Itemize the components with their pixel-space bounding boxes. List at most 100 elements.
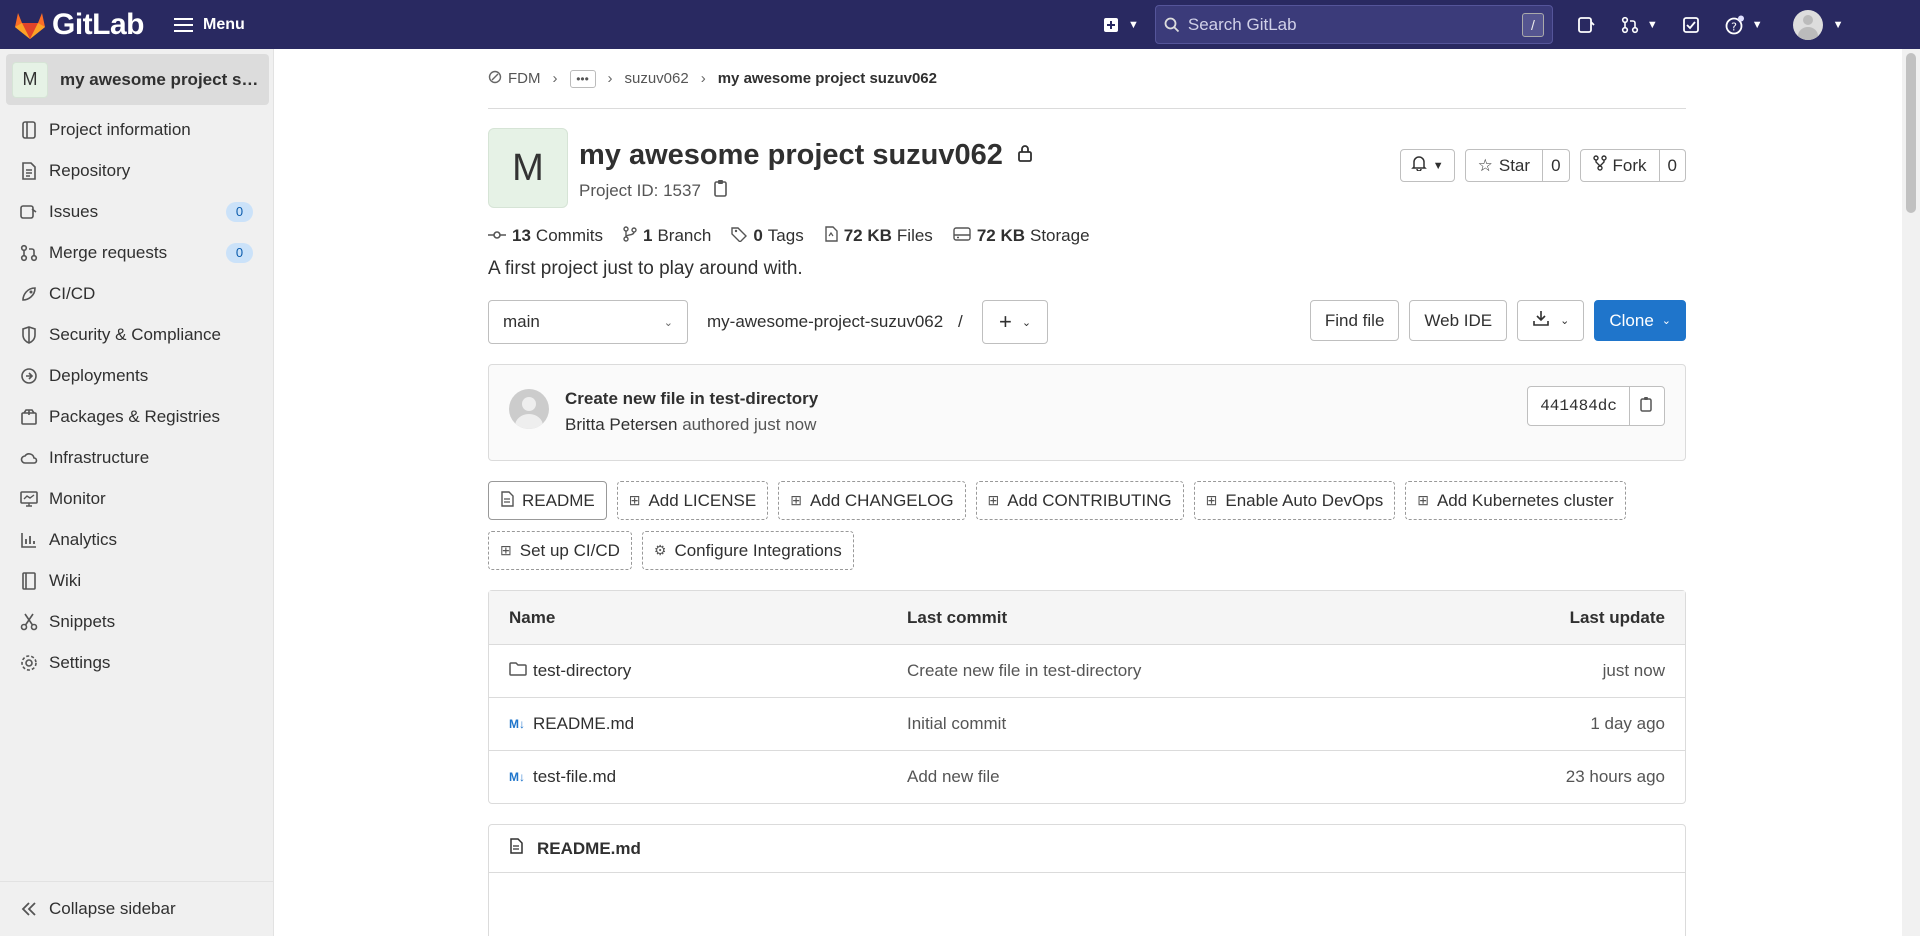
add-to-tree-dropdown[interactable]: + ⌄: [982, 300, 1048, 344]
branches-stat[interactable]: 1 Branch: [623, 226, 711, 246]
page-scrollbar[interactable]: [1902, 49, 1920, 936]
sidebar-item-ci-cd[interactable]: CI/CD: [0, 273, 273, 314]
file-icon: [500, 491, 514, 510]
star-count[interactable]: 0: [1543, 149, 1570, 182]
sidebar-item-label: Snippets: [49, 611, 116, 631]
star-button[interactable]: ☆ Star: [1464, 149, 1544, 182]
plus-square-icon: ⊞: [790, 492, 802, 508]
hamburger-icon: [174, 17, 193, 32]
collapse-sidebar-button[interactable]: Collapse sidebar: [0, 881, 273, 936]
column-header-last-commit: Last commit: [907, 607, 1008, 627]
star-button-group: ☆ Star 0: [1464, 149, 1570, 182]
menu-button[interactable]: Menu: [174, 16, 245, 34]
file-name-cell[interactable]: M↓ README.md: [509, 714, 634, 734]
help-dropdown[interactable]: ? ▼: [1724, 14, 1763, 36]
breadcrumb-user[interactable]: suzuv062: [625, 70, 689, 87]
search-input[interactable]: Search GitLab /: [1154, 5, 1553, 44]
scrollbar-thumb[interactable]: [1906, 53, 1916, 213]
find-file-button[interactable]: Find file: [1309, 300, 1400, 341]
add-license-button[interactable]: ⊞ Add LICENSE: [616, 481, 769, 520]
merge-requests-nav[interactable]: ▼: [1619, 14, 1658, 36]
setup-ci-cd-button[interactable]: ⊞ Set up CI/CD: [488, 531, 632, 570]
sidebar-item-repository[interactable]: Repository: [0, 150, 273, 191]
table-row[interactable]: M↓ README.md Initial commit 1 day ago: [489, 697, 1685, 750]
file-name[interactable]: test-file.md: [533, 767, 616, 787]
plus-square-icon: ⊞: [628, 492, 641, 508]
chevron-down-icon: ⌄: [1661, 315, 1671, 327]
commit-author[interactable]: Britta Petersen: [565, 415, 677, 434]
file-last-commit[interactable]: Initial commit: [907, 714, 1006, 734]
sidebar-item-infrastructure[interactable]: Infrastructure: [0, 437, 273, 478]
readme-button[interactable]: README: [488, 481, 607, 520]
clone-dropdown[interactable]: Clone ⌄: [1594, 300, 1686, 341]
enable-auto-devops-button[interactable]: ⊞ Enable Auto DevOps: [1193, 481, 1396, 520]
star-label: Star: [1498, 155, 1531, 175]
fork-button[interactable]: Fork: [1579, 149, 1660, 182]
file-name-cell[interactable]: M↓ test-file.md: [509, 767, 616, 787]
sidebar-item-wiki[interactable]: Wiki: [0, 560, 273, 601]
storage-stat[interactable]: 72 KB Storage: [953, 226, 1090, 246]
file-name-cell[interactable]: test-directory: [509, 661, 631, 682]
todo-icon[interactable]: [1680, 14, 1702, 36]
table-row[interactable]: M↓ test-file.md Add new file 23 hours ag…: [489, 750, 1685, 803]
sidebar-item-label: CI/CD: [49, 283, 96, 303]
configure-integrations-button[interactable]: ⚙ Configure Integrations: [641, 531, 854, 570]
chevron-down-icon: ▼: [1646, 18, 1658, 31]
breadcrumb-current[interactable]: my awesome project suzuv062: [718, 70, 937, 87]
sidebar-project-link[interactable]: M my awesome project su...: [6, 54, 269, 105]
file-last-commit[interactable]: Add new file: [907, 767, 1000, 787]
copy-sha-button[interactable]: [1630, 386, 1665, 426]
tanuki-icon: [15, 12, 45, 39]
add-kubernetes-cluster-button[interactable]: ⊞ Add Kubernetes cluster: [1405, 481, 1626, 520]
collapse-sidebar-label: Collapse sidebar: [49, 899, 176, 918]
new-dropdown[interactable]: ▼: [1100, 14, 1139, 36]
sidebar-item-packages-registries[interactable]: Packages & Registries: [0, 396, 273, 437]
file-name[interactable]: test-directory: [533, 661, 631, 681]
project-header: M my awesome project suzuv062 Project ID…: [488, 109, 1686, 219]
file-last-commit[interactable]: Create new file in test-directory: [907, 661, 1141, 681]
files-stat[interactable]: 72 KB Files: [824, 226, 933, 246]
sidebar-item-settings[interactable]: Settings: [0, 642, 273, 683]
sidebar-item-security-compliance[interactable]: Security & Compliance: [0, 314, 273, 355]
file-name[interactable]: README.md: [533, 714, 634, 734]
file-icon: [824, 226, 838, 246]
sidebar-item-monitor[interactable]: Monitor: [0, 478, 273, 519]
avatar[interactable]: [509, 389, 549, 429]
table-row[interactable]: test-directory Create new file in test-d…: [489, 644, 1685, 697]
gitlab-logo[interactable]: GitLab: [14, 8, 145, 42]
commit-sha[interactable]: 441484dc: [1527, 386, 1630, 426]
sidebar-project-name: my awesome project su...: [60, 69, 265, 89]
breadcrumb-group[interactable]: FDM: [508, 70, 541, 87]
download-dropdown[interactable]: ⌄: [1517, 300, 1585, 341]
branch-dropdown[interactable]: main ⌄: [488, 300, 688, 344]
breadcrumb-more-button[interactable]: •••: [569, 69, 596, 88]
tags-stat[interactable]: 0 Tags: [731, 226, 804, 246]
sidebar-item-merge-requests[interactable]: Merge requests 0: [0, 232, 273, 273]
project-title: my awesome project suzuv062: [579, 139, 1003, 171]
user-menu[interactable]: ▼: [1792, 9, 1844, 40]
sidebar-item-deployments[interactable]: Deployments: [0, 355, 273, 396]
notification-button[interactable]: ▼: [1399, 149, 1455, 182]
chevron-down-icon: ⌄: [1560, 315, 1570, 327]
fork-count[interactable]: 0: [1659, 149, 1686, 182]
add-contributing-button[interactable]: ⊞ Add CONTRIBUTING: [975, 481, 1184, 520]
plus-square-icon: [1100, 14, 1122, 36]
issues-nav-icon[interactable]: [1575, 14, 1597, 36]
gear-icon: [19, 653, 39, 673]
add-changelog-button[interactable]: ⊞ Add CHANGELOG: [778, 481, 966, 520]
shortcut-label: Add LICENSE: [648, 490, 757, 510]
sidebar-item-analytics[interactable]: Analytics: [0, 519, 273, 560]
commit-meta: Britta Petersen authored just now: [565, 415, 816, 435]
readme-title[interactable]: README.md: [537, 839, 641, 859]
commits-stat[interactable]: 13 Commits: [488, 226, 603, 246]
project-description: A first project just to play around with…: [488, 258, 803, 279]
sidebar-item-label: Repository: [49, 160, 131, 180]
copy-icon[interactable]: [713, 179, 729, 202]
sidebar-item-snippets[interactable]: Snippets: [0, 601, 273, 642]
project-avatar: M: [488, 128, 568, 208]
repo-path-root[interactable]: my-awesome-project-suzuv062: [707, 312, 943, 331]
sidebar-item-project-information[interactable]: Project information: [0, 109, 273, 150]
sidebar-item-issues[interactable]: Issues 0: [0, 191, 273, 232]
web-ide-button[interactable]: Web IDE: [1409, 300, 1508, 341]
commit-title[interactable]: Create new file in test-directory: [565, 389, 818, 409]
